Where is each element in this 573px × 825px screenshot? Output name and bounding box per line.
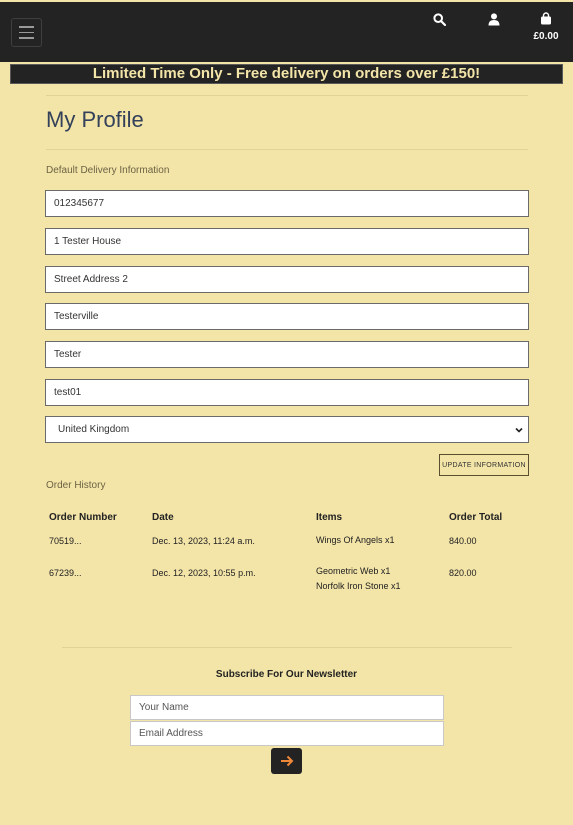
arrow-right-icon bbox=[280, 755, 293, 767]
column-header-items: Items bbox=[316, 512, 343, 523]
menu-icon bbox=[19, 26, 34, 28]
account-button[interactable] bbox=[488, 13, 500, 31]
country-select[interactable]: United Kingdom bbox=[45, 416, 529, 443]
shopping-bag-icon bbox=[541, 12, 551, 25]
phone-number-field[interactable] bbox=[45, 190, 529, 217]
postcode-field[interactable] bbox=[45, 379, 529, 406]
order-number-link[interactable]: 67239... bbox=[49, 566, 82, 581]
cart-button[interactable]: £0.00 bbox=[531, 12, 561, 42]
order-item: Wings Of Angels x1 bbox=[316, 535, 395, 545]
newsletter-title: Subscribe For Our Newsletter bbox=[215, 669, 358, 680]
newsletter-email-input[interactable] bbox=[130, 721, 444, 746]
divider bbox=[46, 95, 528, 96]
order-number-link[interactable]: 70519... bbox=[49, 534, 82, 549]
order-total: 840.00 bbox=[449, 536, 477, 546]
top-navbar: £0.00 bbox=[0, 0, 573, 62]
newsletter-name-input[interactable] bbox=[130, 695, 444, 720]
promo-banner: Limited Time Only - Free delivery on ord… bbox=[10, 64, 563, 84]
newsletter-submit-button[interactable] bbox=[271, 748, 302, 774]
search-icon bbox=[433, 13, 447, 27]
divider bbox=[46, 149, 528, 150]
street-address-1-field[interactable] bbox=[45, 228, 529, 255]
county-field[interactable] bbox=[45, 341, 529, 368]
order-item: Norfolk Iron Stone x1 bbox=[316, 581, 401, 591]
column-header-order-number: Order Number bbox=[49, 512, 117, 523]
town-city-field[interactable] bbox=[45, 303, 529, 330]
page-title: My Profile bbox=[46, 107, 144, 132]
delivery-info-heading: Default Delivery Information bbox=[46, 165, 170, 176]
user-icon bbox=[488, 13, 500, 26]
divider bbox=[62, 647, 512, 648]
update-information-button[interactable]: UPDATE INFORMATION bbox=[439, 454, 529, 476]
menu-icon bbox=[19, 37, 34, 39]
order-date: Dec. 12, 2023, 10:55 p.m. bbox=[152, 568, 256, 578]
menu-icon bbox=[19, 31, 34, 34]
order-item: Geometric Web x1 bbox=[316, 566, 391, 576]
order-total: 820.00 bbox=[449, 568, 477, 578]
cart-total: £0.00 bbox=[533, 31, 559, 42]
column-header-order-total: Order Total bbox=[449, 512, 503, 523]
order-date: Dec. 13, 2023, 11:24 a.m. bbox=[152, 536, 255, 546]
chevron-down-icon bbox=[515, 427, 523, 433]
order-history-heading: Order History bbox=[46, 480, 106, 491]
street-address-2-field[interactable] bbox=[45, 266, 529, 293]
search-button[interactable] bbox=[433, 13, 447, 31]
column-header-date: Date bbox=[152, 512, 174, 523]
country-select-value: United Kingdom bbox=[58, 424, 130, 435]
menu-toggle-button[interactable] bbox=[11, 18, 42, 47]
